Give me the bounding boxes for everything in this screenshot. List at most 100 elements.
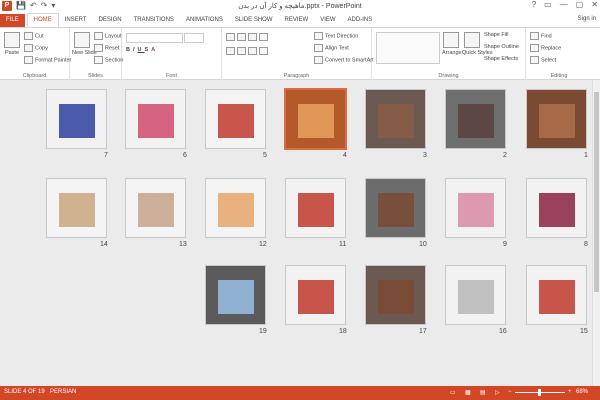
align-right-icon[interactable] (248, 47, 257, 55)
slide-thumbnail[interactable] (366, 266, 425, 324)
drawing-label: Drawing (438, 73, 459, 79)
language-indicator[interactable]: PERSIAN (50, 389, 76, 395)
align-text-button[interactable]: Align Text (314, 44, 349, 52)
bullets-icons[interactable] (226, 33, 270, 41)
scissors-icon (24, 32, 33, 40)
tab-view[interactable]: VIEW (314, 14, 341, 27)
shape-effects-button[interactable]: Shape Effects (484, 56, 518, 62)
tab-addins[interactable]: ADD-INS (342, 14, 379, 27)
tab-file[interactable]: FILE (0, 14, 25, 27)
font-format-buttons[interactable]: BIUSA (126, 47, 158, 53)
layout-label: Layout (105, 33, 122, 40)
slide-thumbnail[interactable] (286, 266, 345, 324)
slide-image (539, 280, 575, 314)
slide-thumbnail[interactable] (47, 90, 106, 148)
slide-thumbnail[interactable] (527, 179, 586, 237)
tab-insert[interactable]: INSERT (59, 14, 93, 27)
slide-thumbnail[interactable] (446, 179, 505, 237)
underline-icon[interactable]: U (138, 47, 145, 53)
zoom-slider-handle[interactable] (538, 389, 541, 396)
find-button[interactable]: Find (530, 32, 552, 40)
slide-image (298, 280, 334, 314)
shape-fill-button[interactable]: Shape Fill (484, 32, 508, 38)
maximize-icon[interactable]: ▢ (576, 0, 584, 9)
replace-button[interactable]: Replace (530, 44, 561, 52)
bullets-icon[interactable] (226, 33, 235, 41)
reset-button[interactable]: Reset (94, 44, 119, 52)
slide-image (59, 193, 95, 227)
slideshow-view-icon[interactable]: ▷ (495, 389, 500, 396)
vertical-scrollbar[interactable] (592, 80, 600, 386)
sign-in-link[interactable]: Sign in (578, 16, 596, 22)
slide-thumbnail[interactable] (47, 179, 106, 237)
justify-icon[interactable] (259, 47, 268, 55)
scroll-thumb[interactable] (594, 92, 599, 292)
font-label: Font (165, 73, 177, 79)
align-icons[interactable] (226, 47, 270, 55)
tab-animations[interactable]: ANIMATIONS (180, 14, 229, 27)
zoom-in-icon[interactable]: + (568, 389, 572, 395)
minimize-icon[interactable]: — (560, 0, 568, 9)
align-left-icon[interactable] (226, 47, 235, 55)
shape-outline-button[interactable]: Shape Outline (484, 44, 519, 50)
text-direction-button[interactable]: Text Direction (314, 32, 358, 40)
slide-image (378, 104, 414, 138)
select-button[interactable]: Select (530, 56, 556, 64)
font-size-select[interactable] (184, 33, 204, 43)
slide-thumbnail[interactable] (527, 266, 586, 324)
slide-thumbnail[interactable] (206, 179, 265, 237)
section-icon (94, 56, 103, 64)
section-label: Section (105, 57, 124, 64)
help-icon[interactable]: ? (532, 0, 536, 9)
smartart-icon (314, 56, 323, 64)
slide-number: 8 (584, 241, 588, 248)
cut-label: Cut (35, 33, 44, 40)
slide-thumbnail[interactable] (366, 90, 425, 148)
slide-number: 17 (419, 328, 427, 335)
increase-indent-icon[interactable] (259, 33, 268, 41)
reading-view-icon[interactable]: ▤ (480, 389, 486, 396)
slide-thumbnail[interactable] (446, 266, 505, 324)
quick-styles-button[interactable]: Quick Styles (462, 32, 493, 56)
tab-transitions[interactable]: TRANSITIONS (128, 14, 180, 27)
paste-button[interactable]: Paste (3, 32, 21, 56)
section-button[interactable]: Section (94, 56, 123, 64)
tab-slideshow[interactable]: SLIDE SHOW (229, 14, 279, 27)
slide-thumbnail[interactable] (527, 90, 586, 148)
slide-thumbnail[interactable] (446, 90, 505, 148)
shapes-gallery[interactable] (376, 32, 440, 64)
arrange-button[interactable]: Arrange (442, 32, 462, 56)
slide-thumbnail[interactable] (126, 90, 185, 148)
slide-thumbnail[interactable] (126, 179, 185, 237)
copy-button[interactable]: Copy (24, 44, 48, 52)
cut-button[interactable]: Cut (24, 32, 44, 40)
align-center-icon[interactable] (237, 47, 246, 55)
numbering-icon[interactable] (237, 33, 246, 41)
shape-outline-label: Shape Outline (484, 44, 519, 50)
tab-design[interactable]: DESIGN (93, 14, 128, 27)
slide-thumbnail[interactable] (286, 90, 345, 148)
font-name-select[interactable] (126, 33, 183, 43)
font-color-icon[interactable]: A (151, 47, 158, 53)
bold-icon[interactable]: B (126, 47, 133, 53)
slide-thumbnail[interactable] (206, 266, 265, 324)
format-painter-button[interactable]: Format Painter (24, 56, 71, 64)
zoom-level[interactable]: 68% (576, 389, 588, 395)
close-icon[interactable]: ✕ (591, 0, 598, 9)
zoom-out-icon[interactable]: − (508, 389, 512, 395)
normal-view-icon[interactable]: ▭ (450, 389, 456, 396)
reset-icon (94, 44, 103, 52)
slide-sorter-view-icon[interactable]: ▦ (465, 389, 471, 396)
tab-review[interactable]: REVIEW (279, 14, 315, 27)
replace-icon (530, 44, 539, 52)
slide-thumbnail[interactable] (366, 179, 425, 237)
tab-home[interactable]: HOME (26, 13, 59, 27)
ribbon-display-icon[interactable]: ▭ (544, 0, 552, 9)
slide-thumbnail[interactable] (206, 90, 265, 148)
window-controls: ? ▭ — ▢ ✕ (532, 0, 598, 9)
slide-thumbnail[interactable] (286, 179, 345, 237)
convert-smartart-button[interactable]: Convert to SmartArt (314, 56, 374, 64)
new-slide-button[interactable]: New Slide (72, 32, 97, 56)
layout-button[interactable]: Layout (94, 32, 122, 40)
decrease-indent-icon[interactable] (248, 33, 257, 41)
